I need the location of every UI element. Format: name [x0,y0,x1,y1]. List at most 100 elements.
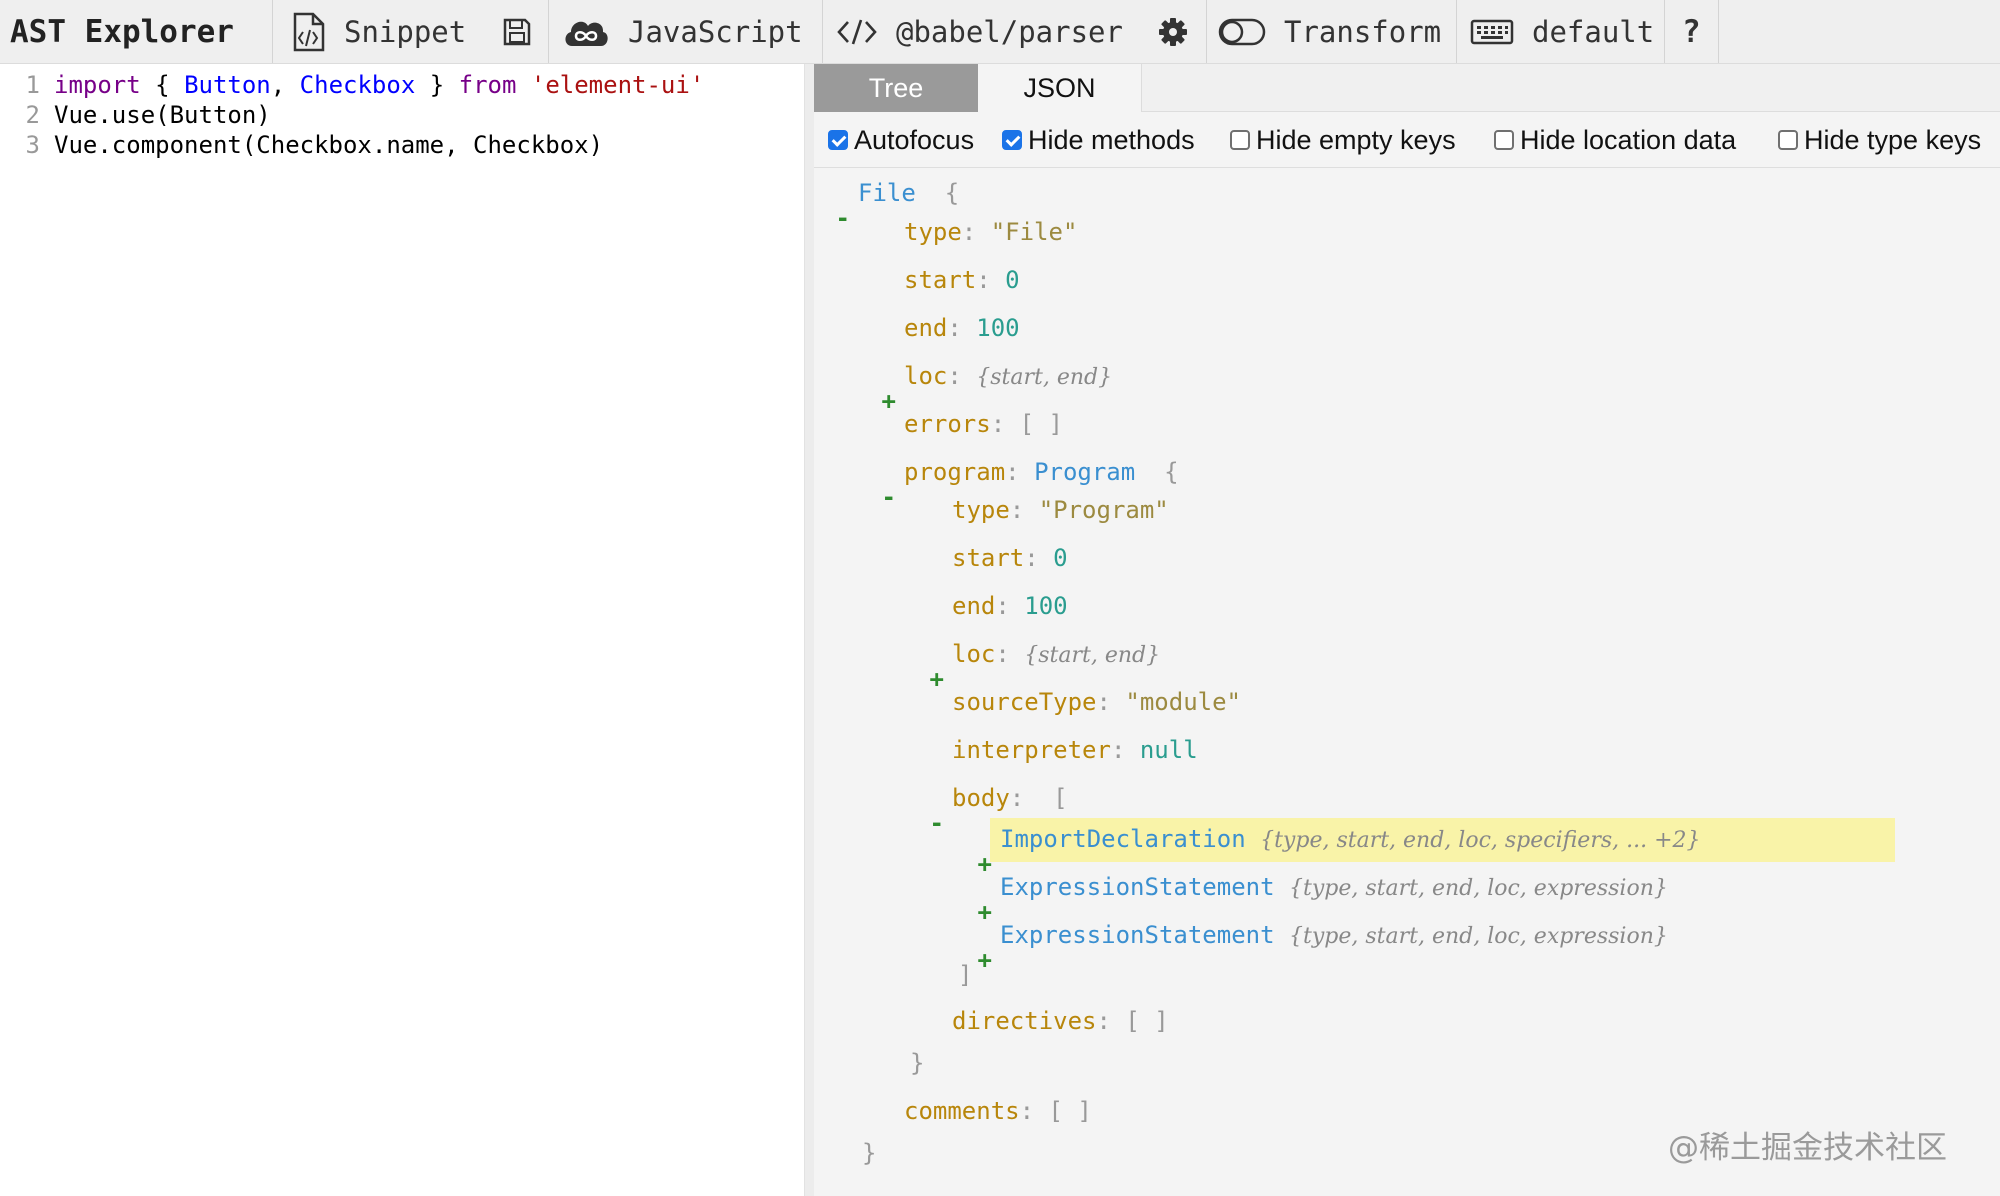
open-bracket: { [1164,458,1179,486]
cloud-infinity-icon [565,21,608,46]
hide-type-keys-checkbox[interactable] [1778,130,1798,150]
line-number: 2 [25,101,40,129]
colon: : [976,266,1006,294]
pane-splitter[interactable] [804,64,814,1196]
code-token: 'element-ui' [530,71,705,99]
hide-methods-label: Hide methods [1028,124,1195,155]
colon: : [947,314,977,342]
toolbar-divider [548,0,549,63]
tree-node: type: "Program" [952,493,1169,527]
node-value: [ ] [1125,1007,1169,1035]
node-value: 0 [1053,544,1068,572]
language-selector[interactable]: JavaScript [562,0,803,64]
code-editor[interactable]: 1 import { Button, Checkbox } from 'eleme… [0,64,804,1196]
hide-empty-keys-label: Hide empty keys [1256,124,1456,155]
toolbar-divider [1206,0,1207,63]
parser-label: @babel/parser [896,15,1123,49]
hide-location-data-checkbox[interactable] [1494,130,1514,150]
closing-bracket: ] [958,961,973,989]
colon: : [995,592,1025,620]
option-autofocus[interactable]: Autofocus [828,112,974,168]
tree-node[interactable]: + ImportDeclaration {type, start, end, lo… [978,822,1701,878]
hide-empty-keys-checkbox[interactable] [1230,130,1250,150]
closing-bracket: } [910,1049,925,1077]
tree-node[interactable]: - File { [836,176,960,232]
colon: : [1024,544,1054,572]
language-label: JavaScript [628,15,803,49]
colon: : [995,640,1025,668]
tree-node[interactable]: + ExpressionStatement {type, start, end, … [978,870,1668,926]
tree-node: start: 0 [904,263,1020,297]
toolbar-divider [1664,0,1665,63]
transform-toggle[interactable]: Transform [1218,0,1441,64]
node-type[interactable]: ExpressionStatement [1000,921,1275,949]
toolbar-divider [272,0,273,63]
code-line: 3 Vue.component(Checkbox.name, Checkbox) [0,130,604,160]
node-type[interactable]: ExpressionStatement [1000,873,1275,901]
node-value: 100 [1024,592,1068,620]
option-hide-location-data[interactable]: Hide location data [1494,112,1736,168]
option-hide-empty-keys[interactable]: Hide empty keys [1230,112,1456,168]
node-summary: {type, start, end, loc, expression} [1289,876,1668,901]
colon: : [1019,1097,1049,1125]
tab-json[interactable]: JSON [978,64,1142,112]
code-token: from [458,71,517,99]
keymap-selector[interactable]: default [1470,0,1654,64]
option-hide-methods[interactable]: Hide methods [1002,112,1195,168]
autofocus-checkbox[interactable] [828,130,848,150]
tree-node[interactable]: - body: [ [930,781,1068,837]
node-summary: {type, start, end, loc, expression} [1289,924,1668,949]
node-value: "module" [1125,688,1241,716]
tab-tree[interactable]: Tree [814,64,978,112]
node-value: [ ] [1019,410,1063,438]
open-bracket: [ [1053,784,1068,812]
snippet-button[interactable]: Snippet [290,0,466,64]
node-key: program [904,458,1006,486]
colon: : [1110,736,1140,764]
help-icon: ? [1682,14,1701,50]
node-value: 100 [976,314,1020,342]
colon: : [1096,688,1126,716]
node-value: 0 [1005,266,1020,294]
node-summary: {start, end} [976,365,1113,390]
toggle-sign: + [977,946,992,974]
hide-methods-checkbox[interactable] [1002,130,1022,150]
parser-selector[interactable]: @babel/parser [836,0,1123,64]
node-type[interactable]: Program [1034,458,1135,486]
save-button[interactable] [502,0,532,64]
line-number: 3 [25,131,40,159]
tree-node: errors: [ ] [904,407,1063,441]
node-value: "File" [990,218,1078,246]
output-tabs: Tree JSON [814,64,2000,112]
node-key: start [904,266,977,294]
node-summary: {start, end} [1024,643,1161,668]
tree-node: ] [958,958,972,992]
tree-node[interactable]: - program: Program { [882,455,1179,511]
tree-node[interactable]: + ExpressionStatement {type, start, end, … [978,918,1668,974]
colon: : [961,218,991,246]
help-button[interactable]: ? [1682,0,1701,64]
tree-node: end: 100 [952,589,1068,623]
snippet-file-icon [293,12,325,52]
tree-node[interactable]: + loc: {start, end} [882,359,1113,415]
node-type[interactable]: File [858,179,916,207]
tree-node: sourceType: "module" [952,685,1241,719]
node-value: [ ] [1048,1097,1092,1125]
code-token: } [415,71,459,99]
save-icon [503,18,531,46]
transform-label: Transform [1284,15,1442,49]
tree-node: type: "File" [904,215,1077,249]
autofocus-label: Autofocus [854,124,975,155]
parser-settings-button[interactable] [1158,0,1188,64]
app-title: AST Explorer [10,14,234,50]
tree-node: } [910,1046,924,1080]
node-key: loc [952,640,996,668]
watermark: @稀土掘金技术社区 [1668,1130,1947,1166]
colon: : [1096,1007,1126,1035]
option-hide-type-keys[interactable]: Hide type keys [1778,112,1981,168]
node-type[interactable]: ImportDeclaration [1000,825,1246,853]
line-number: 1 [25,71,40,99]
tree-node: end: 100 [904,311,1020,345]
tree-node[interactable]: + loc: {start, end} [930,637,1161,693]
